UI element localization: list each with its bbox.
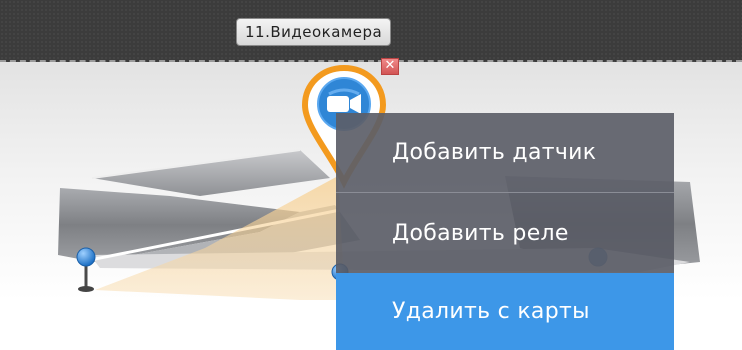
menu-item-add-sensor[interactable]: Добавить датчик — [336, 113, 674, 193]
menu-item-remove-from-map[interactable]: Удалить с карты — [336, 273, 674, 350]
menu-item-label: Удалить с карты — [392, 299, 590, 324]
context-menu: Добавить датчик Добавить реле Удалить с … — [336, 113, 674, 350]
camera-label: 11.Видеокамера — [236, 18, 392, 46]
sensor-pin-left[interactable] — [76, 247, 96, 292]
menu-item-label: Добавить реле — [392, 220, 569, 246]
menu-item-label: Добавить датчик — [392, 140, 597, 165]
menu-item-add-relay[interactable]: Добавить реле — [336, 193, 674, 273]
